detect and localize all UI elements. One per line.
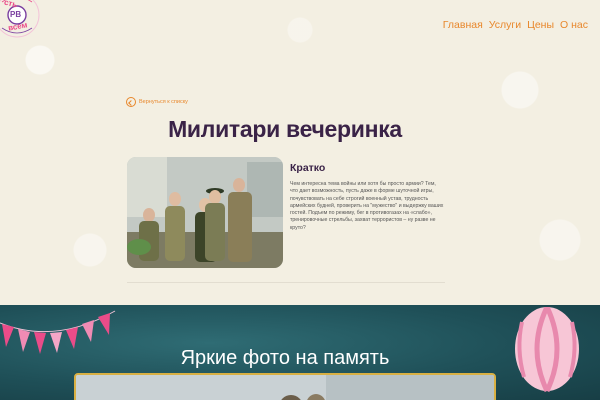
- gallery-section-title: Яркие фото на память: [180, 347, 390, 369]
- nav-item-home[interactable]: Главная: [443, 19, 483, 31]
- photo-gallery-section: Яркие фото на память: [0, 305, 600, 400]
- gallery-photo[interactable]: [74, 373, 496, 400]
- page-background: [0, 0, 600, 305]
- arrow-left-circle-icon: [126, 97, 136, 107]
- nav-item-about[interactable]: О нас: [560, 19, 588, 31]
- site-logo[interactable]: сть РВ всем: [0, 0, 42, 40]
- back-to-list-link[interactable]: Вернуться к списку: [126, 97, 188, 107]
- page-title: Милитари вечеринка: [168, 116, 402, 142]
- photo-illustration: [127, 157, 283, 268]
- brief-heading: Кратко: [290, 162, 326, 174]
- section-divider: [127, 282, 445, 283]
- main-nav: Главная Услуги Цены О нас: [443, 19, 588, 31]
- event-photo[interactable]: [127, 157, 283, 268]
- logo-monogram: РВ: [10, 10, 22, 19]
- nav-item-services[interactable]: Услуги: [489, 19, 521, 31]
- back-link-label: Вернуться к списку: [139, 99, 188, 105]
- gallery-photo-illustration: [76, 375, 494, 400]
- nav-item-prices[interactable]: Цены: [527, 19, 554, 31]
- brief-description: Чем интересна тема войны или хотя бы про…: [290, 181, 444, 231]
